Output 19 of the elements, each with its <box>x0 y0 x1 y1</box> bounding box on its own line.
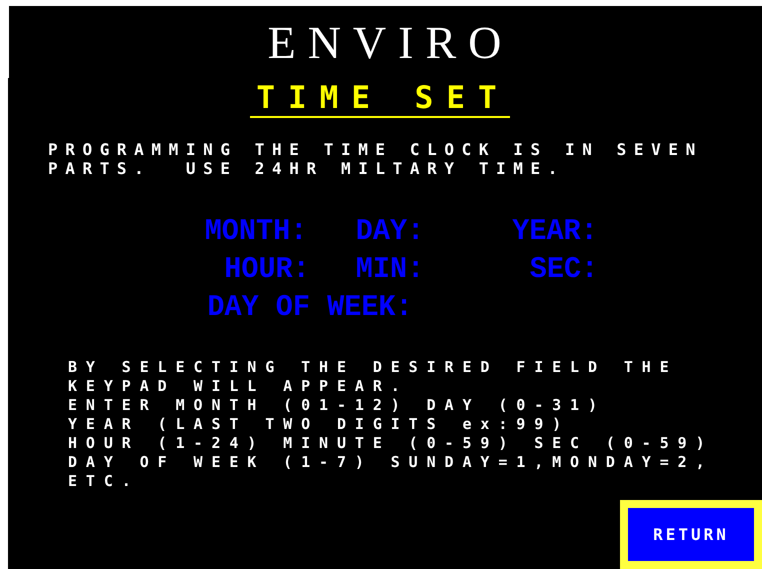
intro-text: PROGRAMMING THE TIME CLOCK IS IN SEVEN <box>48 140 704 159</box>
instruction-text: HOUR (1-24) MINUTE (0-59) SEC (0-59) <box>68 434 715 453</box>
field-label[interactable]: DAY: <box>356 215 424 250</box>
field-label[interactable]: HOUR: <box>224 253 310 288</box>
screen-title: TIME SET <box>250 80 510 118</box>
instruction-text: ETC. <box>68 472 141 491</box>
brand-title: ENVIRO <box>266 16 514 68</box>
field-label[interactable]: SEC: <box>530 253 598 288</box>
instruction-text: YEAR (LAST TWO DIGITS ex:99) <box>68 415 572 434</box>
instruction-text: ENTER MONTH (01-12) DAY (0-31) <box>68 396 607 415</box>
instruction-text: KEYPAD WILL APPEAR. <box>68 377 410 396</box>
field-label[interactable]: DAY OF WEEK: <box>207 291 413 326</box>
intro-text: PARTS. USE 24HR MILTARY TIME. <box>48 159 566 178</box>
field-label[interactable]: YEAR: <box>512 215 598 250</box>
return-button[interactable]: RETURN <box>620 500 762 569</box>
instruction-text: DAY OF WEEK (1-7) SUNDAY=1,MONDAY=2, <box>68 453 715 472</box>
field-label[interactable]: MONTH: <box>204 215 308 250</box>
field-label[interactable]: MIN: <box>356 253 424 288</box>
instruction-text: BY SELECTING THE DESIRED FIELD THE <box>68 358 679 377</box>
